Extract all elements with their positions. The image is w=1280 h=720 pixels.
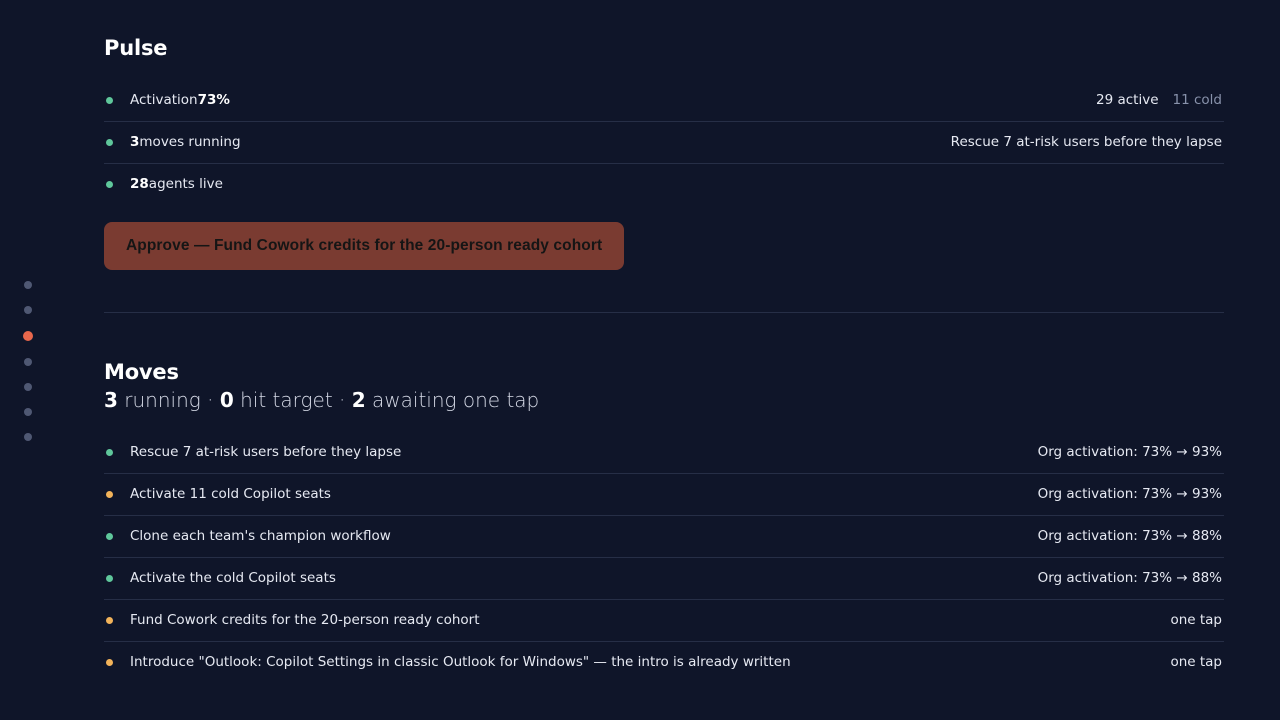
status-dot-green-icon [106,138,113,146]
moves-running-count: 3 [104,388,118,412]
pulse-active-count: 29 active [1096,92,1159,108]
status-dot-green-icon [106,448,113,456]
move-action-one-tap[interactable]: one tap [1170,612,1222,628]
status-dot-amber-icon [106,490,113,498]
move-label: Clone each team's champion workflow [130,528,391,544]
moves-awaiting-count: 2 [351,388,366,412]
section-nav-dot-4[interactable] [24,358,32,366]
moves-hit-label: hit target · [233,388,352,412]
status-dot-green-icon [106,532,113,540]
move-label: Introduce "Outlook: Copilot Settings in … [130,654,791,670]
page: Pulse Activation 73% 29 active 11 cold 3 … [0,0,1280,720]
pulse-list: Activation 73% 29 active 11 cold 3 moves … [104,79,1224,205]
section-nav-dot-2[interactable] [24,306,32,314]
section-nav-dot-3[interactable] [23,331,33,341]
section-nav-dot-1[interactable] [24,281,32,289]
pulse-row-moves: 3 moves running Rescue 7 at-risk users b… [104,121,1224,163]
move-row[interactable]: Rescue 7 at-risk users before they lapse… [104,431,1224,473]
pulse-title: Pulse [104,36,168,60]
pulse-activation-value: 73% [197,92,230,108]
pulse-cold-count: 11 cold [1172,92,1222,108]
move-row[interactable]: Activate the cold Copilot seats Org acti… [104,557,1224,599]
pulse-row-activation: Activation 73% 29 active 11 cold [104,79,1224,121]
status-dot-green-icon [106,96,113,104]
section-nav-dot-5[interactable] [24,383,32,391]
pulse-top-move: Rescue 7 at-risk users before they lapse [950,134,1222,150]
status-dot-amber-icon [106,616,113,624]
pulse-agents-value: 28 [130,176,149,192]
moves-awaiting-label: awaiting one tap [365,388,540,412]
move-impact: Org activation: 73% → 93% [1037,444,1222,460]
pulse-moves-value: 3 [130,134,140,150]
pulse-row-agents: 28 agents live [104,163,1224,205]
moves-hit-count: 0 [219,388,234,412]
move-label: Rescue 7 at-risk users before they lapse [130,444,402,460]
status-dot-green-icon [106,180,113,188]
move-label: Activate the cold Copilot seats [130,570,336,586]
section-nav-dot-6[interactable] [24,408,32,416]
move-row[interactable]: Clone each team's champion workflow Org … [104,515,1224,557]
moves-title: Moves [104,360,179,384]
pulse-section: Pulse Activation 73% 29 active 11 cold 3 … [104,36,1224,270]
moves-section: Moves 3 running · 0 hit target · 2 await… [104,360,1224,683]
move-label: Fund Cowork credits for the 20-person re… [130,612,480,628]
status-dot-green-icon [106,574,113,582]
status-dot-amber-icon [106,658,113,666]
moves-running-label: running · [117,388,220,412]
move-row[interactable]: Introduce "Outlook: Copilot Settings in … [104,641,1224,683]
pulse-moves-label: moves running [139,134,241,150]
move-action-one-tap[interactable]: one tap [1170,654,1222,670]
move-row[interactable]: Activate 11 cold Copilot seats Org activ… [104,473,1224,515]
section-nav-dot-7[interactable] [24,433,32,441]
approve-button[interactable]: Approve — Fund Cowork credits for the 20… [104,222,625,270]
pulse-agents-label: agents live [148,176,223,192]
moves-list: Rescue 7 at-risk users before they lapse… [104,431,1224,683]
move-row[interactable]: Fund Cowork credits for the 20-person re… [104,599,1224,641]
move-label: Activate 11 cold Copilot seats [130,486,331,502]
move-impact: Org activation: 73% → 88% [1037,528,1222,544]
pulse-activation-label: Activation [130,92,198,108]
moves-summary: 3 running · 0 hit target · 2 awaiting on… [104,388,1224,412]
section-divider [104,312,1224,313]
section-nav-dots [23,281,33,441]
move-impact: Org activation: 73% → 93% [1037,486,1222,502]
move-impact: Org activation: 73% → 88% [1037,570,1222,586]
